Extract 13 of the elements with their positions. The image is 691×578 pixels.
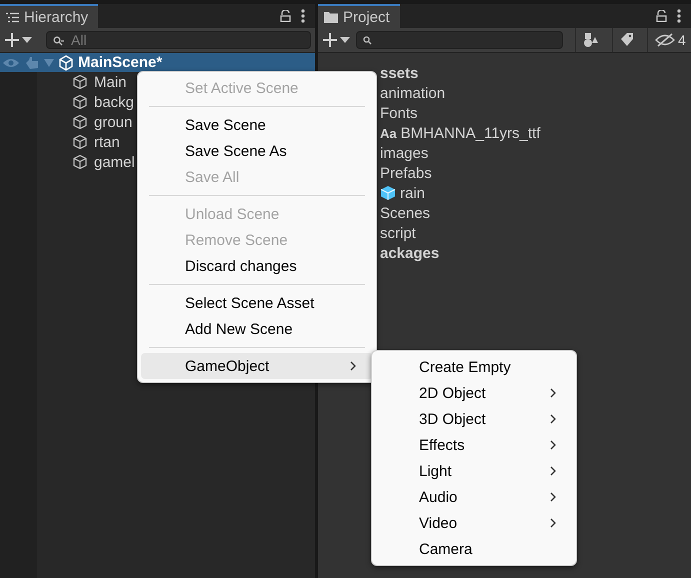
item-label: script	[380, 224, 416, 242]
hidden-count: 4	[678, 32, 686, 48]
scene-name: MainScene*	[78, 54, 162, 71]
item-label: BMHANNA_11yrs_ttf	[400, 124, 540, 142]
item-label: ackages	[380, 244, 440, 262]
item-label: Prefabs	[380, 164, 432, 182]
item-label: Fonts	[380, 104, 418, 122]
font-icon: Aa	[380, 126, 397, 140]
item-label: Scenes	[380, 204, 430, 222]
item-label: rain	[400, 184, 426, 202]
item-label: animation	[380, 84, 446, 102]
item-label: images	[380, 144, 428, 162]
item-label: ssets	[380, 64, 418, 82]
